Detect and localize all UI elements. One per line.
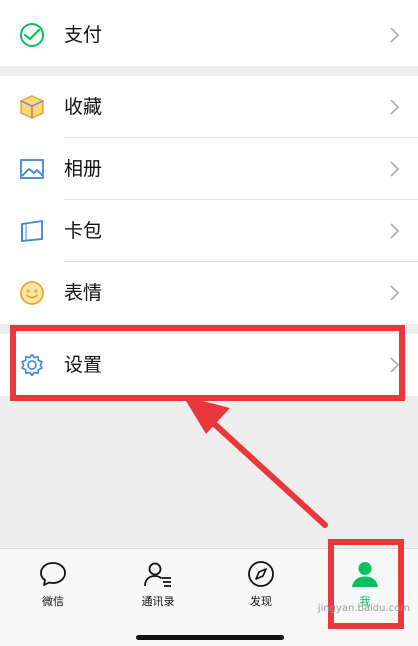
home-indicator: [136, 635, 284, 640]
tab-contacts[interactable]: 通讯录: [118, 559, 198, 619]
tab-contacts-label: 通讯录: [141, 595, 175, 608]
tab-discover[interactable]: 发现: [221, 559, 301, 619]
compass-icon: [248, 561, 274, 587]
contacts-icon: [144, 562, 171, 587]
me-tab-highlight-box: [328, 539, 404, 629]
watermark: jingyan.baidu.com: [317, 603, 410, 614]
chat-bubble-icon: [40, 562, 66, 586]
tab-chats[interactable]: 微信: [13, 559, 93, 619]
tab-discover-label: 发现: [250, 595, 272, 608]
tab-chats-label: 微信: [42, 595, 64, 608]
